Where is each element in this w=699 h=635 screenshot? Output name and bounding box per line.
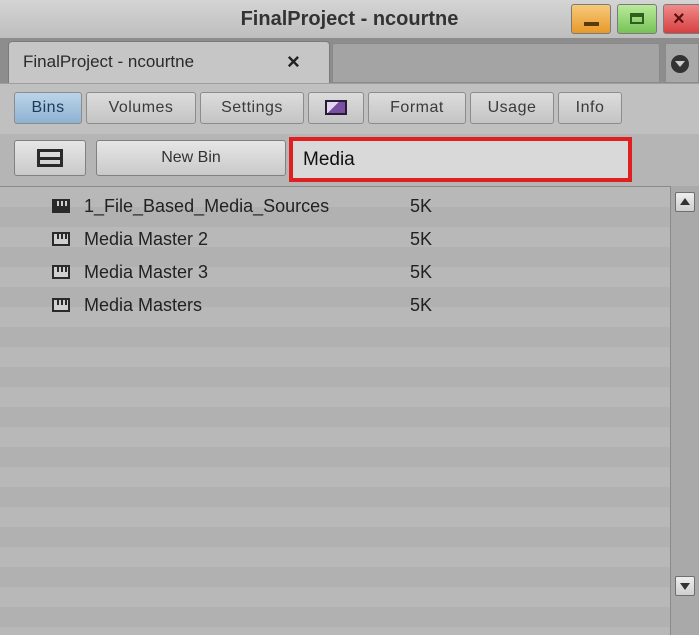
list-item[interactable]: 1_File_Based_Media_Sources 5K — [0, 191, 670, 223]
view-toggle-icon — [37, 149, 63, 167]
arrow-up-icon — [680, 198, 690, 205]
bin-name: Media Master 2 — [84, 229, 209, 249]
minimize-button[interactable] — [571, 4, 611, 34]
bins-toolbar: New Bin — [0, 134, 699, 186]
bin-name: Media Master 3 — [84, 262, 209, 282]
list-item[interactable]: Media Master 2 5K — [0, 224, 670, 256]
tab-usage[interactable]: Usage — [470, 92, 554, 124]
project-tab-label: FinalProject - ncourtne — [23, 52, 195, 71]
tab-menu-button[interactable] — [665, 43, 699, 83]
close-window-button[interactable]: × — [663, 4, 699, 34]
bin-size: 5K — [410, 196, 433, 216]
tab-menu-icon — [671, 55, 689, 73]
bin-search-input[interactable] — [289, 137, 632, 182]
resize-grip-icon[interactable] — [679, 606, 691, 618]
bin-icon — [52, 232, 70, 246]
new-bin-button[interactable]: New Bin — [96, 140, 286, 176]
close-icon: × — [673, 8, 685, 30]
bin-size: 5K — [410, 229, 433, 249]
arrow-down-icon — [680, 583, 690, 590]
tab-info[interactable]: Info — [558, 92, 622, 124]
color-swatch-icon — [325, 100, 347, 115]
tab-settings[interactable]: Settings — [200, 92, 304, 124]
list-item[interactable]: Media Masters 5K — [0, 290, 670, 322]
bin-name: 1_File_Based_Media_Sources — [84, 196, 330, 216]
title-bar[interactable]: FinalProject - ncourtne × — [0, 0, 699, 39]
bin-size: 5K — [410, 262, 433, 282]
project-tab-bar: FinalProject - ncourtne × — [0, 39, 699, 83]
vertical-scrollbar[interactable] — [670, 186, 699, 635]
maximize-icon — [630, 13, 644, 24]
list-item[interactable]: Media Master 3 5K — [0, 257, 670, 289]
minimize-icon — [584, 22, 599, 26]
bin-name: Media Masters — [84, 295, 203, 315]
view-toggle-button[interactable] — [14, 140, 86, 176]
project-tab[interactable]: FinalProject - ncourtne × — [8, 41, 330, 83]
tab-bins[interactable]: Bins — [14, 92, 82, 124]
empty-tab-area — [332, 43, 660, 83]
bin-icon — [52, 298, 70, 312]
tab-format[interactable]: Format — [368, 92, 466, 124]
bin-open-icon — [52, 199, 70, 213]
tab-volumes[interactable]: Volumes — [86, 92, 196, 124]
bin-icon — [52, 265, 70, 279]
scroll-down-button[interactable] — [675, 576, 695, 596]
project-subtabs: Bins Volumes Settings Format Usage Info — [0, 84, 699, 134]
bin-size: 5K — [410, 295, 433, 315]
close-tab-icon[interactable]: × — [287, 49, 300, 75]
project-window: FinalProject - ncourtne × FinalProject -… — [0, 0, 699, 635]
tab-color[interactable] — [308, 92, 364, 124]
maximize-button[interactable] — [617, 4, 657, 34]
bin-list[interactable]: 1_File_Based_Media_Sources 5K Media Mast… — [0, 186, 670, 635]
scroll-up-button[interactable] — [675, 192, 695, 212]
